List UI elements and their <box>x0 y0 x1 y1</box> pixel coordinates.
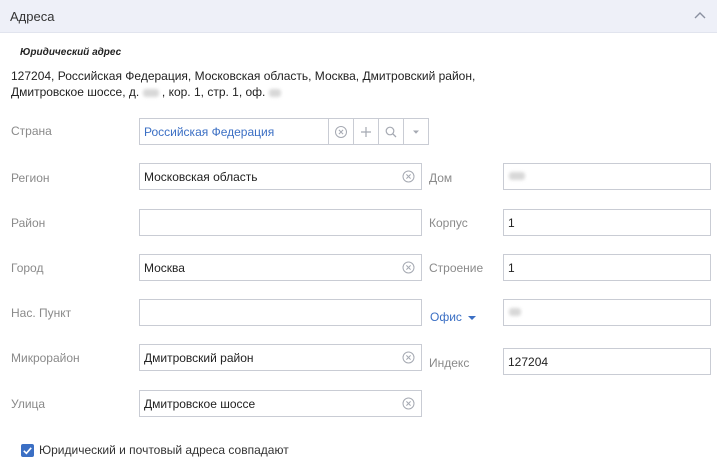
same-address-label[interactable]: Юридический и почтовый адреса совпадают <box>39 443 289 457</box>
same-address-checkbox[interactable] <box>21 444 34 457</box>
office-label: Офис <box>430 310 462 324</box>
clear-icon[interactable] <box>402 351 415 364</box>
structure-input[interactable]: 1 <box>503 254 711 281</box>
district-input[interactable] <box>139 209 422 236</box>
country-select[interactable]: Российская Федерация <box>139 118 429 145</box>
address-street-part: Дмитровское шоссе, д. <box>11 85 140 99</box>
building-input[interactable]: 1 <box>503 209 711 236</box>
legal-address-title: Юридический адрес <box>20 47 122 58</box>
district-label: Район <box>11 216 46 230</box>
region-input[interactable]: Московская область <box>139 163 422 190</box>
microdistrict-value: Дмитровский район <box>144 351 254 365</box>
checkmark-icon <box>23 447 32 455</box>
city-input[interactable]: Москва <box>139 254 422 281</box>
clear-icon[interactable] <box>402 261 415 274</box>
redacted-office <box>268 88 281 97</box>
index-value: 127204 <box>508 355 549 369</box>
structure-value: 1 <box>508 261 515 275</box>
city-value: Москва <box>144 261 185 275</box>
office-input[interactable] <box>503 299 711 326</box>
building-label: Корпус <box>429 216 468 230</box>
street-label: Улица <box>11 397 46 411</box>
plus-icon <box>361 126 371 137</box>
chevron-up-icon[interactable] <box>691 7 709 25</box>
dropdown-arrow-icon <box>413 130 419 134</box>
clear-icon[interactable] <box>402 397 415 410</box>
index-input[interactable]: 127204 <box>503 348 711 375</box>
microdistrict-label: Микрорайон <box>11 351 80 365</box>
section-title: Адреса <box>10 9 55 24</box>
house-label: Дом <box>429 171 453 185</box>
country-add-button[interactable] <box>353 119 378 144</box>
address-building-part: , кор. 1, стр. 1, оф. <box>161 85 266 99</box>
clear-icon[interactable] <box>402 170 415 183</box>
street-input[interactable]: Дмитровское шоссе <box>139 390 422 417</box>
legal-address-line2: Дмитровское шоссе, д. , кор. 1, стр. 1, … <box>11 85 281 99</box>
building-value: 1 <box>508 216 515 230</box>
settlement-input[interactable] <box>139 299 422 326</box>
house-input[interactable] <box>503 163 711 190</box>
redacted-house <box>142 88 159 97</box>
country-dropdown-button[interactable] <box>403 119 428 144</box>
redacted-house-value <box>509 172 525 180</box>
index-label: Индекс <box>429 356 470 370</box>
region-value: Московская область <box>144 170 258 184</box>
country-search-button[interactable] <box>378 119 403 144</box>
structure-label: Строение <box>429 261 484 275</box>
street-value: Дмитровское шоссе <box>144 397 256 411</box>
clear-icon <box>335 125 347 138</box>
settlement-label: Нас. Пункт <box>11 306 72 320</box>
legal-address-line1: 127204, Российская Федерация, Московская… <box>11 69 476 83</box>
section-header[interactable]: Адреса <box>0 0 717 33</box>
redacted-office-value <box>509 308 521 316</box>
country-clear-button[interactable] <box>328 119 353 144</box>
office-type-dropdown[interactable]: Офис <box>430 310 476 324</box>
search-icon <box>385 126 397 137</box>
microdistrict-input[interactable]: Дмитровский район <box>139 344 422 371</box>
region-label: Регион <box>11 171 50 185</box>
chevron-down-icon <box>467 315 476 320</box>
country-value: Российская Федерация <box>144 125 275 139</box>
country-label: Страна <box>11 124 52 138</box>
city-label: Город <box>11 261 44 275</box>
